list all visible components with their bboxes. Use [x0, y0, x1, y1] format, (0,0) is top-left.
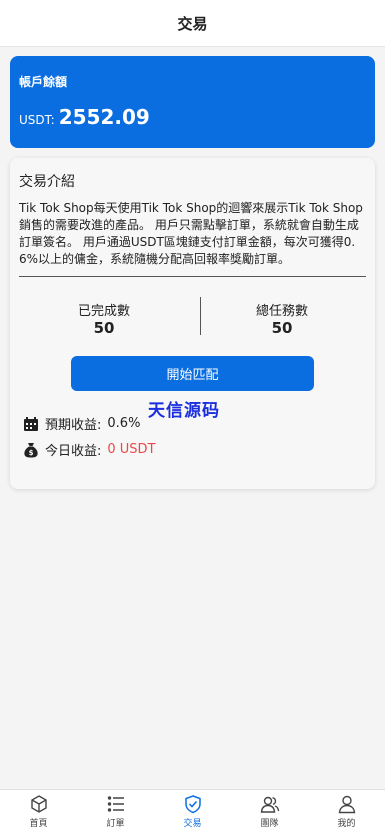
today-income-value: 0 USDT	[107, 442, 156, 457]
home-icon	[29, 794, 49, 814]
balance-card: 帳戶餘額 USDT: 2552.09	[10, 56, 375, 148]
nav-mine[interactable]: 我的	[308, 790, 385, 830]
money-bag-icon: $	[23, 442, 39, 458]
bottom-nav: 首頁 訂單 交易 團隊 我的	[0, 789, 385, 830]
expected-income-row: 預期收益: 0.6%	[23, 414, 140, 433]
intro-text: Tik Tok Shop每天使用Tik Tok Shop的迴響來展示Tik To…	[19, 201, 363, 266]
nav-orders-label: 訂單	[106, 819, 125, 829]
top-bar: 交易	[0, 0, 385, 47]
stats-row: 已完成數 50 總任務數 50	[19, 277, 366, 339]
nav-trade[interactable]: 交易	[154, 790, 231, 830]
start-match-button[interactable]: 開始匹配	[71, 356, 314, 391]
balance-amount-row: USDT: 2552.09	[19, 105, 366, 129]
balance-currency: USDT:	[19, 113, 55, 127]
today-income-label: 今日收益:	[45, 444, 102, 459]
total-value: 50	[271, 319, 293, 337]
expected-income-label: 預期收益:	[45, 418, 102, 433]
expected-income-value: 0.6%	[107, 416, 141, 431]
list-icon	[106, 794, 126, 814]
svg-text:$: $	[29, 449, 34, 457]
nav-trade-label: 交易	[183, 819, 202, 829]
completed-label: 已完成數	[77, 304, 130, 319]
trade-info-card: 交易介紹 Tik Tok Shop每天使用Tik Tok Shop的迴響來展示T…	[10, 158, 375, 489]
nav-orders[interactable]: 訂單	[77, 790, 154, 830]
nav-team-label: 團隊	[260, 819, 279, 829]
total-label: 總任務數	[255, 304, 308, 319]
calendar-icon	[23, 416, 39, 432]
nav-home-label: 首頁	[29, 819, 48, 829]
nav-mine-label: 我的	[337, 819, 356, 829]
intro-title: 交易介紹	[19, 174, 75, 190]
shield-check-icon	[183, 794, 203, 814]
watermark-text: 天信源码	[148, 401, 220, 421]
balance-label: 帳戶餘額	[19, 75, 68, 89]
total-stat: 總任務數 50	[197, 300, 367, 337]
balance-amount: 2552.09	[58, 105, 150, 129]
completed-stat: 已完成數 50	[19, 300, 189, 337]
today-income-row: $ 今日收益: 0 USDT	[23, 440, 156, 459]
page-title: 交易	[177, 14, 208, 33]
user-icon	[337, 794, 357, 814]
completed-value: 50	[93, 319, 115, 337]
nav-team[interactable]: 團隊	[231, 790, 308, 830]
team-icon	[260, 794, 280, 814]
nav-home[interactable]: 首頁	[0, 790, 77, 830]
